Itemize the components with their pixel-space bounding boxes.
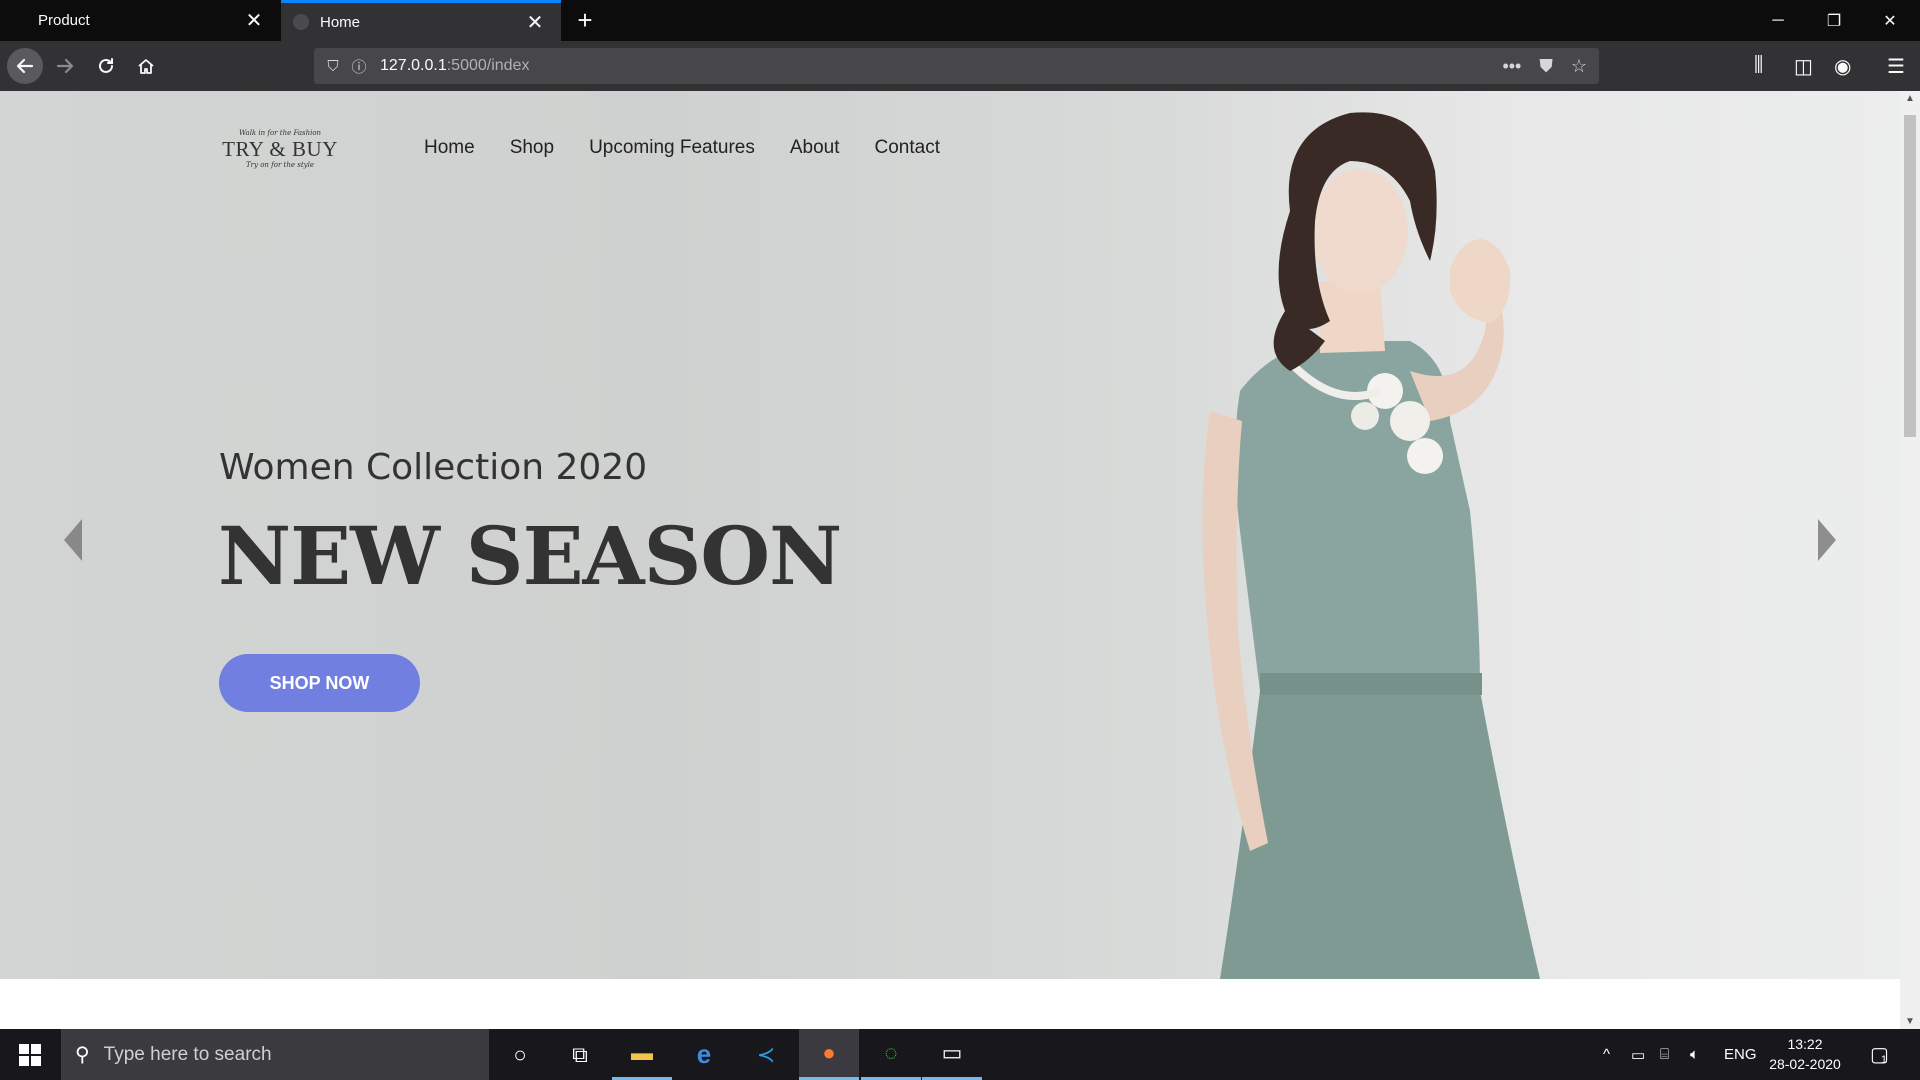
nav-home[interactable]: Home — [424, 133, 475, 163]
new-tab-button[interactable]: + — [570, 5, 600, 35]
scroll-up-icon[interactable]: ▲ — [1900, 93, 1920, 104]
forward-arrow-icon — [56, 58, 74, 74]
minimize-icon[interactable]: ─ — [1750, 0, 1806, 41]
url-host: 127.0.0.1 — [380, 57, 447, 74]
nav-contact[interactable]: Contact — [875, 133, 940, 163]
file-explorer-icon[interactable]: ▬ — [612, 1029, 672, 1080]
page-scrollbar[interactable]: ▲ ▼ — [1900, 91, 1920, 1029]
clock[interactable]: 13:22 28-02-2020 — [1760, 1034, 1850, 1074]
language-indicator[interactable]: ENG — [1724, 1029, 1757, 1080]
search-icon: ⚲ — [75, 1044, 90, 1066]
info-icon[interactable]: ⓘ — [346, 56, 372, 77]
tab-title: Product — [38, 12, 90, 29]
globe-icon — [293, 14, 309, 30]
navigation-toolbar: ⛉ ⓘ 127.0.0.1:5000/index ••• ⛊ ☆ ⫼ ◫ ◉ ☰ — [0, 41, 1920, 91]
logo-brand: TRY & BUY — [222, 137, 338, 161]
page-actions-icon[interactable]: ••• — [1502, 56, 1521, 77]
hero-slider: Walk in for the Fashion TRY & BUY Try on… — [0, 91, 1900, 979]
edge-icon[interactable]: e — [674, 1029, 734, 1080]
shop-now-button[interactable]: SHOP NOW — [219, 654, 420, 712]
taskbar-search[interactable]: ⚲ Type here to search — [61, 1029, 489, 1080]
account-icon[interactable]: ◉ — [1834, 54, 1851, 79]
forward-button[interactable] — [47, 48, 83, 84]
url-path: :5000/index — [446, 57, 530, 74]
next-slide-icon[interactable] — [1810, 515, 1840, 565]
home-icon — [138, 59, 154, 74]
hero-headline: NEW SEASON — [218, 509, 842, 603]
taskbar: ⚲ Type here to search ○ ⧉ ▬ e ≺ ● ◌ ▭ ^ … — [0, 1029, 1920, 1080]
close-tab-icon[interactable]: ✕ — [521, 8, 549, 36]
back-arrow-icon — [16, 58, 34, 74]
notifications-icon[interactable]: ▢ 1 — [1870, 1029, 1889, 1080]
library-icon[interactable]: ⫼ — [1754, 54, 1763, 77]
close-window-icon[interactable]: ✕ — [1862, 0, 1918, 41]
prev-slide-icon[interactable] — [60, 515, 90, 565]
start-button[interactable] — [0, 1029, 60, 1080]
vscode-icon[interactable]: ≺ — [736, 1029, 796, 1080]
app-loader-icon[interactable]: ◌ — [861, 1029, 921, 1080]
scrollbar-thumb[interactable] — [1904, 115, 1916, 437]
close-tab-icon[interactable]: ✕ — [240, 7, 268, 35]
tab-title: Home — [320, 13, 361, 31]
firefox-icon[interactable]: ● — [799, 1029, 859, 1080]
nav-about[interactable]: About — [790, 133, 840, 163]
menu-icon[interactable]: ☰ — [1887, 54, 1905, 79]
url-bar[interactable]: ⛉ ⓘ 127.0.0.1:5000/index ••• ⛊ ☆ — [314, 48, 1599, 84]
volume-icon[interactable]: 🔈︎ — [1690, 1029, 1699, 1080]
clock-date: 28-02-2020 — [1769, 1056, 1841, 1072]
tab-product[interactable]: Product ✕ — [0, 0, 280, 41]
sidebar-icon[interactable]: ◫ — [1794, 54, 1813, 79]
page-viewport: Walk in for the Fashion TRY & BUY Try on… — [0, 91, 1900, 1029]
show-hidden-icons[interactable]: ^ — [1603, 1029, 1610, 1080]
restore-icon[interactable]: ❐ — [1806, 0, 1862, 41]
pocket-icon[interactable]: ⛊ — [1539, 56, 1553, 77]
network-icon[interactable]: ⌸ — [1660, 1029, 1669, 1080]
nav-upcoming-features[interactable]: Upcoming Features — [589, 133, 755, 163]
back-button[interactable] — [7, 48, 43, 84]
model-photo — [1202, 112, 1540, 979]
reload-icon — [99, 58, 113, 73]
bookmark-star-icon[interactable]: ☆ — [1571, 56, 1587, 77]
tab-home[interactable]: Home ✕ — [281, 0, 561, 41]
windows-logo-icon — [19, 1043, 41, 1066]
shield-icon[interactable]: ⛉ — [320, 58, 346, 75]
hero-subtitle: Women Collection 2020 — [219, 447, 648, 488]
clock-time: 13:22 — [1787, 1036, 1823, 1052]
logo-tagline-bottom: Try on for the style — [246, 161, 314, 169]
task-view-icon[interactable]: ⧉ — [550, 1029, 610, 1080]
battery-icon[interactable]: ▭ — [1631, 1029, 1645, 1080]
main-menu: Home Shop Upcoming Features About Contac… — [424, 133, 975, 163]
home-button[interactable] — [128, 48, 164, 84]
site-logo[interactable]: Walk in for the Fashion TRY & BUY Try on… — [221, 129, 339, 179]
logo-tagline-top: Walk in for the Fashion — [238, 129, 322, 137]
search-placeholder: Type here to search — [103, 1043, 272, 1065]
nav-shop[interactable]: Shop — [510, 133, 554, 163]
scroll-down-icon[interactable]: ▼ — [1900, 1016, 1920, 1027]
cortana-icon[interactable]: ○ — [490, 1029, 550, 1080]
reload-button[interactable] — [88, 48, 124, 84]
notification-count: 1 — [1880, 1053, 1888, 1066]
terminal-icon[interactable]: ▭ — [922, 1029, 982, 1080]
tab-bar: Product ✕ Home ✕ + ─ ❐ ✕ — [0, 0, 1920, 41]
